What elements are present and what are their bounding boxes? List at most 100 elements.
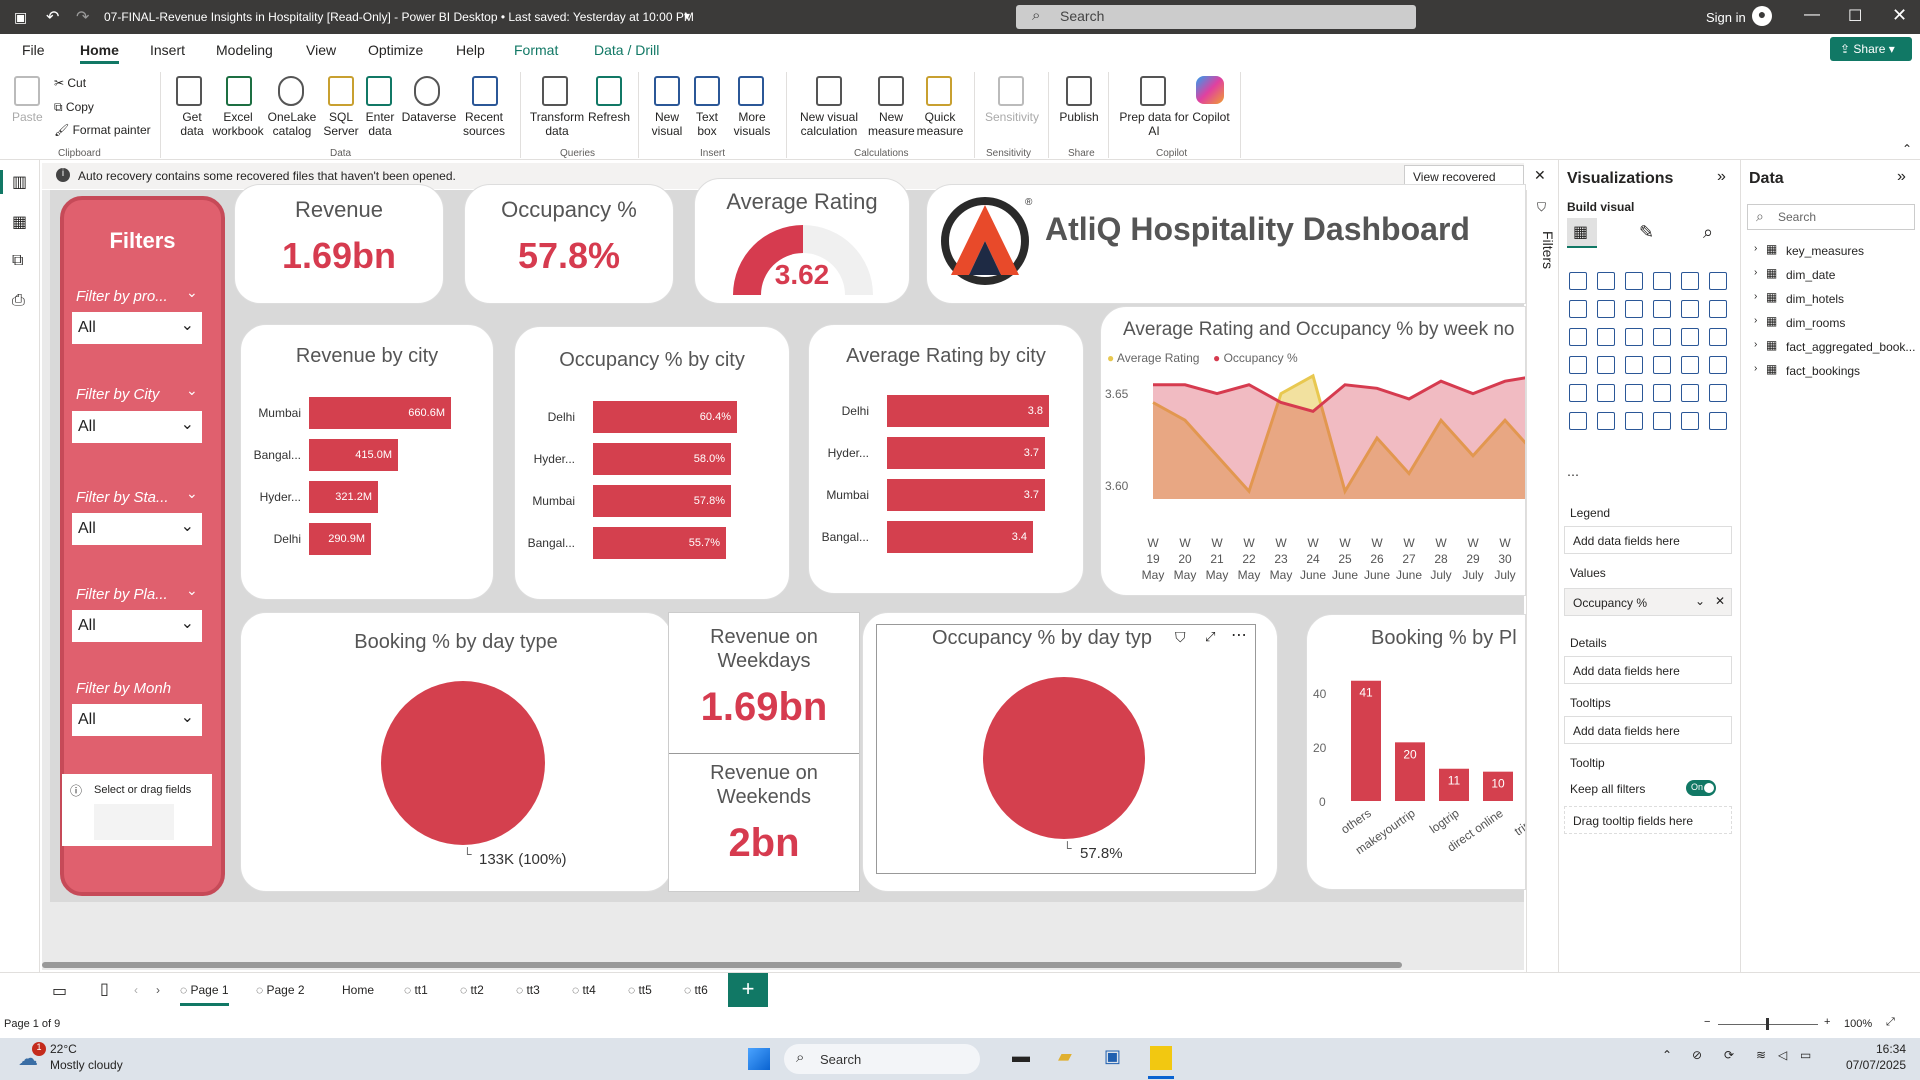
page-tab[interactable]: ◌ Page 1 <box>180 983 229 1006</box>
collapse-ribbon-icon[interactable]: ⌃ <box>1902 142 1912 156</box>
visual-type-icon[interactable] <box>1569 328 1587 346</box>
new-visual-calculation-button[interactable]: New visual calculation <box>794 110 864 138</box>
prev-page-icon[interactable]: ‹ <box>134 983 138 997</box>
chevron-up-icon[interactable]: ⌄ <box>186 582 198 599</box>
sensitivity-button[interactable]: Sensitivity <box>982 110 1042 124</box>
tab-modeling[interactable]: Modeling <box>216 42 273 58</box>
details-well[interactable]: Add data fields here <box>1564 656 1732 684</box>
visual-type-icon[interactable] <box>1569 300 1587 318</box>
keep-filters-toggle[interactable]: On <box>1686 780 1716 796</box>
chevron-down-icon[interactable]: ▾ <box>684 9 690 23</box>
more-options-icon[interactable]: ⋯ <box>1231 625 1247 645</box>
zoom-thumb[interactable] <box>1766 1018 1769 1030</box>
booking-platform-card[interactable]: Booking % by Pl 40 20 0 41 others 20 makeyo… <box>1306 614 1526 890</box>
add-page-button[interactable]: + <box>728 973 768 1007</box>
wifi-icon[interactable]: ≋ <box>1756 1048 1766 1062</box>
filter-state-select[interactable]: All ⌄ <box>72 513 202 545</box>
data-table-item[interactable]: › ▦ dim_hotels <box>1754 290 1914 308</box>
chevron-up-icon[interactable]: ⌃ <box>1662 1048 1672 1062</box>
filter-product-select[interactable]: All ⌄ <box>72 312 202 344</box>
model-view-icon[interactable]: ⧉ <box>12 252 23 270</box>
pie-slice[interactable] <box>381 681 545 845</box>
more-visuals-icon[interactable]: ⋯ <box>1567 468 1579 482</box>
visual-type-icon[interactable] <box>1597 356 1615 374</box>
paste-button[interactable]: Paste <box>12 110 43 124</box>
taskbar-search[interactable]: ⌕ Search <box>784 1044 980 1074</box>
filter-city-select[interactable]: All ⌄ <box>72 411 202 443</box>
filter-platform-select[interactable]: All ⌄ <box>72 610 202 642</box>
publish-button[interactable]: Publish <box>1056 110 1102 124</box>
visual-type-icon[interactable] <box>1681 384 1699 402</box>
visual-type-icon[interactable] <box>1653 356 1671 374</box>
format-painter-button[interactable]: 🖌 Format painter <box>54 123 151 137</box>
task-view-icon[interactable]: ▬ <box>1012 1046 1030 1067</box>
battery-icon[interactable]: ▭ <box>1800 1048 1811 1062</box>
visual-type-icon[interactable] <box>1709 272 1727 290</box>
page-tab[interactable]: ◌ Page 2 <box>256 983 305 997</box>
visual-type-icon[interactable] <box>1597 328 1615 346</box>
visual-type-icon[interactable] <box>1681 356 1699 374</box>
visual-type-icon[interactable] <box>1653 300 1671 318</box>
chevron-up-icon[interactable]: ⌄ <box>186 284 198 301</box>
rating-by-city-card[interactable]: Average Rating by city Delhi 3.8 Hyder..… <box>808 324 1084 594</box>
volume-icon[interactable]: ◁ <box>1778 1048 1787 1062</box>
filter-icon[interactable]: ⛉ <box>1175 629 1186 646</box>
file-explorer-icon[interactable]: ▰ <box>1058 1046 1072 1067</box>
fit-page-icon[interactable]: ⤢ <box>1886 1016 1895 1029</box>
cut-button[interactable]: ✂ Cut <box>54 76 86 90</box>
visual-type-icon[interactable] <box>1569 272 1587 290</box>
data-table-item[interactable]: › ▦ dim_rooms <box>1754 314 1914 332</box>
chevron-up-icon[interactable]: ⌄ <box>186 485 198 502</box>
data-table-item[interactable]: › ▦ fact_aggregated_book... <box>1754 338 1915 356</box>
bar[interactable]: 55.7% <box>593 527 726 559</box>
text-box-button[interactable]: Text box <box>690 110 724 138</box>
filters-pane-collapsed[interactable]: ⛉ Filters <box>1526 190 1558 972</box>
visual-type-icon[interactable] <box>1709 328 1727 346</box>
visual-type-icon[interactable] <box>1625 412 1643 430</box>
report-view-icon[interactable]: ▥ <box>12 172 27 192</box>
revenue-card[interactable]: Revenue 1.69bn <box>234 184 444 304</box>
visual-type-icon[interactable] <box>1625 300 1643 318</box>
visual-type-icon[interactable] <box>1709 384 1727 402</box>
booking-daytype-card[interactable]: Booking % by day type └ 133K (100%) <box>240 612 672 892</box>
bar[interactable]: 3.4 <box>887 521 1033 553</box>
occupancy-card[interactable]: Occupancy % 57.8% <box>464 184 674 304</box>
bar[interactable]: 290.9M <box>309 523 371 555</box>
expand-icon[interactable]: » <box>1717 168 1726 186</box>
values-field-pill[interactable]: Occupancy % ⌄ ✕ <box>1564 588 1732 616</box>
visual-type-icon[interactable] <box>1709 300 1727 318</box>
zoom-out-icon[interactable]: − <box>1704 1016 1710 1028</box>
tooltips-well[interactable]: Add data fields here <box>1564 716 1732 744</box>
remove-field-icon[interactable]: ✕ <box>1715 594 1725 608</box>
undo-icon[interactable]: ↶ <box>46 7 59 27</box>
revenue-by-city-card[interactable]: Revenue by city Mumbai 660.6M Bangal... … <box>240 324 494 600</box>
tab-insert[interactable]: Insert <box>150 42 185 58</box>
desktop-layout-icon[interactable]: ▭ <box>52 981 67 1001</box>
visual-type-icon[interactable] <box>1597 300 1615 318</box>
visual-type-icon[interactable] <box>1653 328 1671 346</box>
copy-button[interactable]: ⧉ Copy <box>54 100 94 114</box>
data-table-item[interactable]: › ▦ dim_date <box>1754 266 1914 284</box>
focus-mode-icon[interactable]: ⤢ <box>1205 629 1215 645</box>
refresh-button[interactable]: Refresh <box>588 110 630 124</box>
excel-workbook-button[interactable]: Excel workbook <box>210 110 266 138</box>
visual-type-icon[interactable] <box>1625 384 1643 402</box>
maximize-icon[interactable]: ☐ <box>1848 6 1862 26</box>
sql-server-button[interactable]: SQL Server <box>320 110 362 138</box>
visual-type-icon[interactable] <box>1709 412 1727 430</box>
page-tab[interactable]: Home <box>342 983 374 997</box>
visual-type-icon[interactable] <box>1653 412 1671 430</box>
tab-home[interactable]: Home <box>80 42 119 64</box>
get-data-button[interactable]: Get data <box>172 110 212 138</box>
bar[interactable]: 3.7 <box>887 479 1045 511</box>
new-visual-button[interactable]: New visual <box>648 110 686 138</box>
windows-start-icon[interactable] <box>748 1048 770 1070</box>
prep-data-ai-button[interactable]: Prep data for AI <box>1116 110 1192 138</box>
save-icon[interactable]: ▣ <box>14 9 27 26</box>
occupancy-by-city-card[interactable]: Occupancy % by city Delhi 60.4% Hyder...… <box>514 326 790 600</box>
analytics-icon[interactable]: ⌕ <box>1703 222 1713 243</box>
visual-type-icon[interactable] <box>1681 328 1699 346</box>
build-visual-tab[interactable]: ▦ <box>1567 218 1597 248</box>
tab-view[interactable]: View <box>306 42 336 58</box>
table-view-icon[interactable]: ▦ <box>12 212 27 232</box>
